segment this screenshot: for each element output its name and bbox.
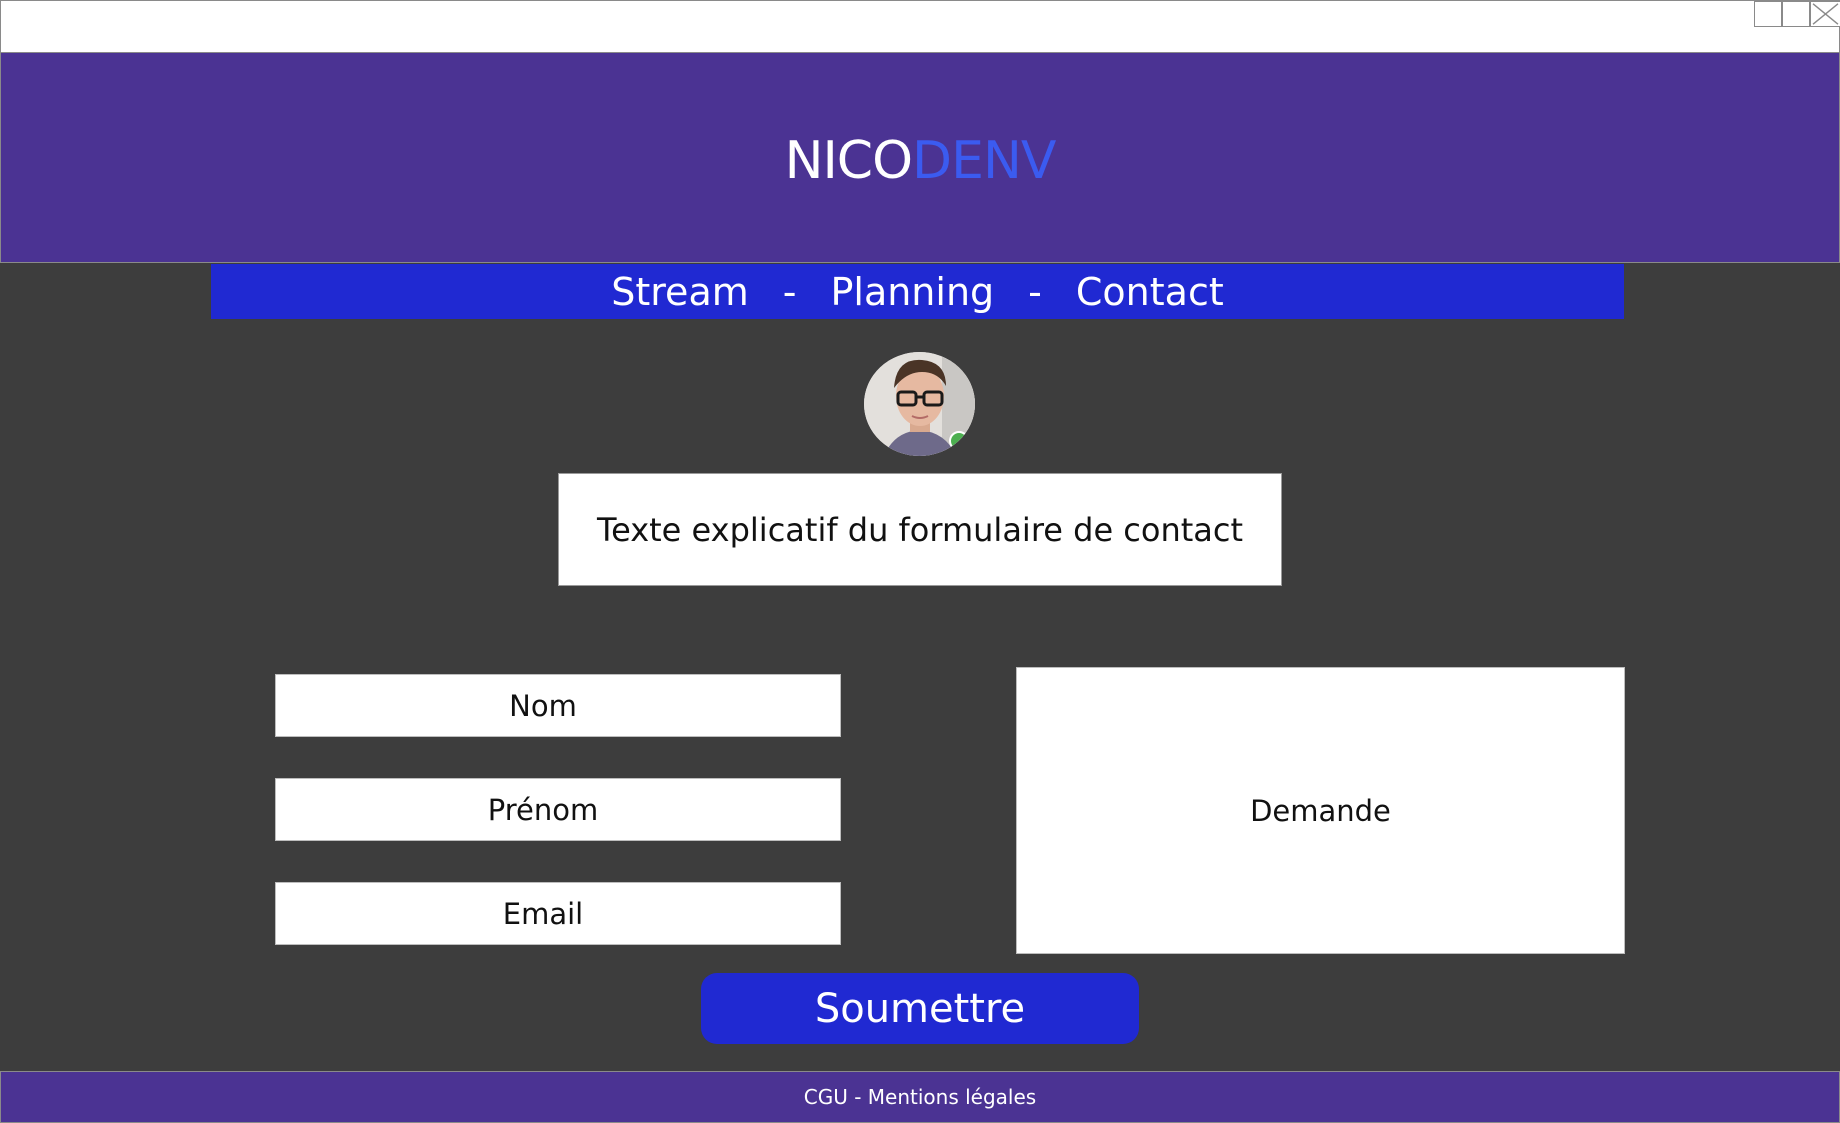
logo-part-1: NICO bbox=[784, 130, 913, 191]
nav-separator: - bbox=[1028, 269, 1042, 314]
close-icon[interactable] bbox=[1810, 1, 1840, 27]
maximize-icon[interactable] bbox=[1782, 1, 1810, 27]
profile-photo-icon bbox=[864, 352, 975, 456]
page: NICODENV Stream - Planning - Contact Tex… bbox=[0, 0, 1840, 1123]
nom-placeholder: Nom bbox=[509, 688, 577, 723]
prenom-field[interactable]: Prénom bbox=[275, 778, 841, 841]
main-nav: Stream - Planning - Contact bbox=[211, 264, 1624, 319]
email-field[interactable]: Email bbox=[275, 882, 841, 945]
nav-item-stream[interactable]: Stream bbox=[611, 270, 749, 314]
email-placeholder: Email bbox=[502, 896, 584, 931]
site-header: NICODENV bbox=[0, 53, 1840, 263]
logo-part-2: DENV bbox=[912, 130, 1056, 191]
demande-textarea[interactable]: Demande bbox=[1016, 667, 1625, 954]
minimize-icon[interactable] bbox=[1754, 1, 1782, 27]
nom-field[interactable]: Nom bbox=[275, 674, 841, 737]
nav-separator: - bbox=[782, 269, 797, 314]
prenom-placeholder: Prénom bbox=[487, 792, 599, 827]
demande-placeholder: Demande bbox=[1250, 793, 1391, 828]
contact-intro-text: Texte explicatif du formulaire de contac… bbox=[558, 473, 1282, 586]
window-chrome bbox=[0, 0, 1840, 53]
avatar bbox=[864, 352, 975, 456]
submit-button[interactable]: Soumettre bbox=[701, 973, 1139, 1044]
footer-links[interactable]: CGU - Mentions légales bbox=[804, 1085, 1036, 1109]
site-footer: CGU - Mentions légales bbox=[0, 1071, 1840, 1123]
nav-item-contact[interactable]: Contact bbox=[1076, 270, 1224, 314]
nav-item-planning[interactable]: Planning bbox=[830, 270, 994, 314]
site-logo[interactable]: NICODENV bbox=[784, 130, 1057, 191]
